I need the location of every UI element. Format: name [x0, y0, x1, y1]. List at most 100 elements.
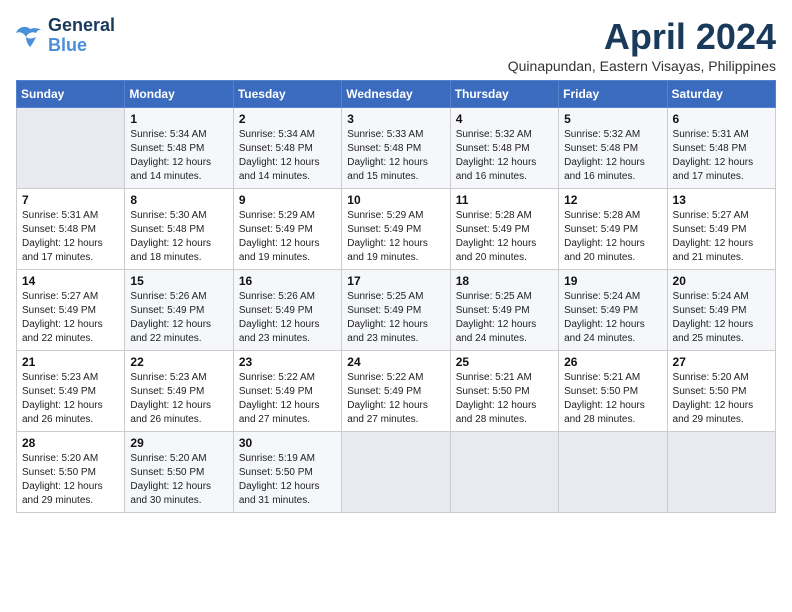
day-info: Sunrise: 5:30 AMSunset: 5:48 PMDaylight:…	[130, 209, 227, 265]
day-info: Sunrise: 5:26 AMSunset: 5:49 PMDaylight:…	[239, 290, 336, 346]
day-number: 6	[673, 112, 770, 126]
day-number: 11	[456, 193, 553, 207]
calendar-cell: 6 Sunrise: 5:31 AMSunset: 5:48 PMDaylight…	[667, 108, 775, 189]
calendar-week-row: 7Sunrise: 5:31 AMSunset: 5:48 PMDaylight…	[17, 189, 776, 270]
day-number: 5	[564, 112, 661, 126]
day-info: Sunrise: 5:28 AMSunset: 5:49 PMDaylight:…	[456, 209, 553, 265]
weekday-header-cell: Tuesday	[233, 81, 341, 108]
calendar-cell: 14Sunrise: 5:27 AMSunset: 5:49 PMDayligh…	[17, 270, 125, 351]
day-info: Sunrise: 5:22 AMSunset: 5:49 PMDaylight:…	[347, 371, 444, 427]
calendar-cell: 7Sunrise: 5:31 AMSunset: 5:48 PMDaylight…	[17, 189, 125, 270]
calendar-cell: 1 Sunrise: 5:34 AMSunset: 5:48 PMDaylight…	[125, 108, 233, 189]
day-number: 30	[239, 436, 336, 450]
weekday-header-cell: Sunday	[17, 81, 125, 108]
day-number: 9	[239, 193, 336, 207]
calendar-table: SundayMondayTuesdayWednesdayThursdayFrid…	[16, 80, 776, 513]
day-number: 4	[456, 112, 553, 126]
page-header: General Blue April 2024 Quinapundan, Eas…	[16, 16, 776, 74]
day-info: Sunrise: 5:29 AMSunset: 5:49 PMDaylight:…	[347, 209, 444, 265]
title-block: April 2024 Quinapundan, Eastern Visayas,…	[508, 16, 776, 74]
calendar-cell	[342, 432, 450, 513]
calendar-cell: 9 Sunrise: 5:29 AMSunset: 5:49 PMDaylight…	[233, 189, 341, 270]
weekday-header-cell: Thursday	[450, 81, 558, 108]
day-number: 3	[347, 112, 444, 126]
weekday-header-cell: Wednesday	[342, 81, 450, 108]
day-info: Sunrise: 5:19 AMSunset: 5:50 PMDaylight:…	[239, 452, 336, 508]
day-number: 24	[347, 355, 444, 369]
calendar-cell	[17, 108, 125, 189]
logo: General Blue	[16, 16, 115, 56]
day-info: Sunrise: 5:31 AMSunset: 5:48 PMDaylight:…	[673, 128, 770, 184]
day-number: 29	[130, 436, 227, 450]
month-title: April 2024	[508, 16, 776, 58]
calendar-cell: 16 Sunrise: 5:26 AMSunset: 5:49 PMDayligh…	[233, 270, 341, 351]
calendar-cell: 22 Sunrise: 5:23 AMSunset: 5:49 PMDayligh…	[125, 351, 233, 432]
calendar-cell: 29 Sunrise: 5:20 AMSunset: 5:50 PMDayligh…	[125, 432, 233, 513]
calendar-cell: 18Sunrise: 5:25 AMSunset: 5:49 PMDayligh…	[450, 270, 558, 351]
day-info: Sunrise: 5:21 AMSunset: 5:50 PMDaylight:…	[456, 371, 553, 427]
calendar-cell: 12 Sunrise: 5:28 AMSunset: 5:49 PMDayligh…	[559, 189, 667, 270]
calendar-cell: 21Sunrise: 5:23 AMSunset: 5:49 PMDayligh…	[17, 351, 125, 432]
calendar-cell: 19 Sunrise: 5:24 AMSunset: 5:49 PMDayligh…	[559, 270, 667, 351]
weekday-header-row: SundayMondayTuesdayWednesdayThursdayFrid…	[17, 81, 776, 108]
day-info: Sunrise: 5:25 AMSunset: 5:49 PMDaylight:…	[456, 290, 553, 346]
day-number: 27	[673, 355, 770, 369]
weekday-header-cell: Friday	[559, 81, 667, 108]
day-info: Sunrise: 5:32 AMSunset: 5:48 PMDaylight:…	[456, 128, 553, 184]
day-info: Sunrise: 5:24 AMSunset: 5:49 PMDaylight:…	[564, 290, 661, 346]
day-info: Sunrise: 5:23 AMSunset: 5:49 PMDaylight:…	[22, 371, 119, 427]
day-number: 26	[564, 355, 661, 369]
day-info: Sunrise: 5:24 AMSunset: 5:49 PMDaylight:…	[673, 290, 770, 346]
calendar-cell	[667, 432, 775, 513]
calendar-cell: 24 Sunrise: 5:22 AMSunset: 5:49 PMDayligh…	[342, 351, 450, 432]
calendar-cell: 30 Sunrise: 5:19 AMSunset: 5:50 PMDayligh…	[233, 432, 341, 513]
day-number: 16	[239, 274, 336, 288]
calendar-week-row: 14Sunrise: 5:27 AMSunset: 5:49 PMDayligh…	[17, 270, 776, 351]
day-number: 14	[22, 274, 119, 288]
day-number: 12	[564, 193, 661, 207]
calendar-cell	[559, 432, 667, 513]
calendar-week-row: 1 Sunrise: 5:34 AMSunset: 5:48 PMDaylight…	[17, 108, 776, 189]
calendar-cell: 28Sunrise: 5:20 AMSunset: 5:50 PMDayligh…	[17, 432, 125, 513]
day-info: Sunrise: 5:27 AMSunset: 5:49 PMDaylight:…	[673, 209, 770, 265]
calendar-body: 1 Sunrise: 5:34 AMSunset: 5:48 PMDaylight…	[17, 108, 776, 513]
calendar-cell: 3 Sunrise: 5:33 AMSunset: 5:48 PMDaylight…	[342, 108, 450, 189]
calendar-cell: 15Sunrise: 5:26 AMSunset: 5:49 PMDayligh…	[125, 270, 233, 351]
calendar-cell: 10 Sunrise: 5:29 AMSunset: 5:49 PMDayligh…	[342, 189, 450, 270]
day-number: 1	[130, 112, 227, 126]
day-info: Sunrise: 5:29 AMSunset: 5:49 PMDaylight:…	[239, 209, 336, 265]
day-number: 23	[239, 355, 336, 369]
calendar-cell: 8Sunrise: 5:30 AMSunset: 5:48 PMDaylight…	[125, 189, 233, 270]
calendar-cell: 27 Sunrise: 5:20 AMSunset: 5:50 PMDayligh…	[667, 351, 775, 432]
day-info: Sunrise: 5:34 AMSunset: 5:48 PMDaylight:…	[130, 128, 227, 184]
day-info: Sunrise: 5:31 AMSunset: 5:48 PMDaylight:…	[22, 209, 119, 265]
day-number: 15	[130, 274, 227, 288]
calendar-cell: 25 Sunrise: 5:21 AMSunset: 5:50 PMDayligh…	[450, 351, 558, 432]
day-number: 22	[130, 355, 227, 369]
day-info: Sunrise: 5:34 AMSunset: 5:48 PMDaylight:…	[239, 128, 336, 184]
calendar-week-row: 21Sunrise: 5:23 AMSunset: 5:49 PMDayligh…	[17, 351, 776, 432]
day-number: 19	[564, 274, 661, 288]
calendar-cell: 5 Sunrise: 5:32 AMSunset: 5:48 PMDaylight…	[559, 108, 667, 189]
day-info: Sunrise: 5:33 AMSunset: 5:48 PMDaylight:…	[347, 128, 444, 184]
day-info: Sunrise: 5:32 AMSunset: 5:48 PMDaylight:…	[564, 128, 661, 184]
calendar-cell: 2Sunrise: 5:34 AMSunset: 5:48 PMDaylight…	[233, 108, 341, 189]
day-info: Sunrise: 5:20 AMSunset: 5:50 PMDaylight:…	[130, 452, 227, 508]
day-info: Sunrise: 5:28 AMSunset: 5:49 PMDaylight:…	[564, 209, 661, 265]
day-info: Sunrise: 5:20 AMSunset: 5:50 PMDaylight:…	[673, 371, 770, 427]
location-subtitle: Quinapundan, Eastern Visayas, Philippine…	[508, 58, 776, 74]
day-number: 20	[673, 274, 770, 288]
calendar-cell: 20 Sunrise: 5:24 AMSunset: 5:49 PMDayligh…	[667, 270, 775, 351]
day-number: 25	[456, 355, 553, 369]
day-number: 17	[347, 274, 444, 288]
day-info: Sunrise: 5:23 AMSunset: 5:49 PMDaylight:…	[130, 371, 227, 427]
calendar-cell	[450, 432, 558, 513]
calendar-cell: 17Sunrise: 5:25 AMSunset: 5:49 PMDayligh…	[342, 270, 450, 351]
day-number: 10	[347, 193, 444, 207]
weekday-header-cell: Monday	[125, 81, 233, 108]
logo-icon	[16, 25, 44, 47]
logo-text: General Blue	[48, 16, 115, 56]
calendar-cell: 4 Sunrise: 5:32 AMSunset: 5:48 PMDaylight…	[450, 108, 558, 189]
calendar-cell: 26Sunrise: 5:21 AMSunset: 5:50 PMDayligh…	[559, 351, 667, 432]
weekday-header-cell: Saturday	[667, 81, 775, 108]
